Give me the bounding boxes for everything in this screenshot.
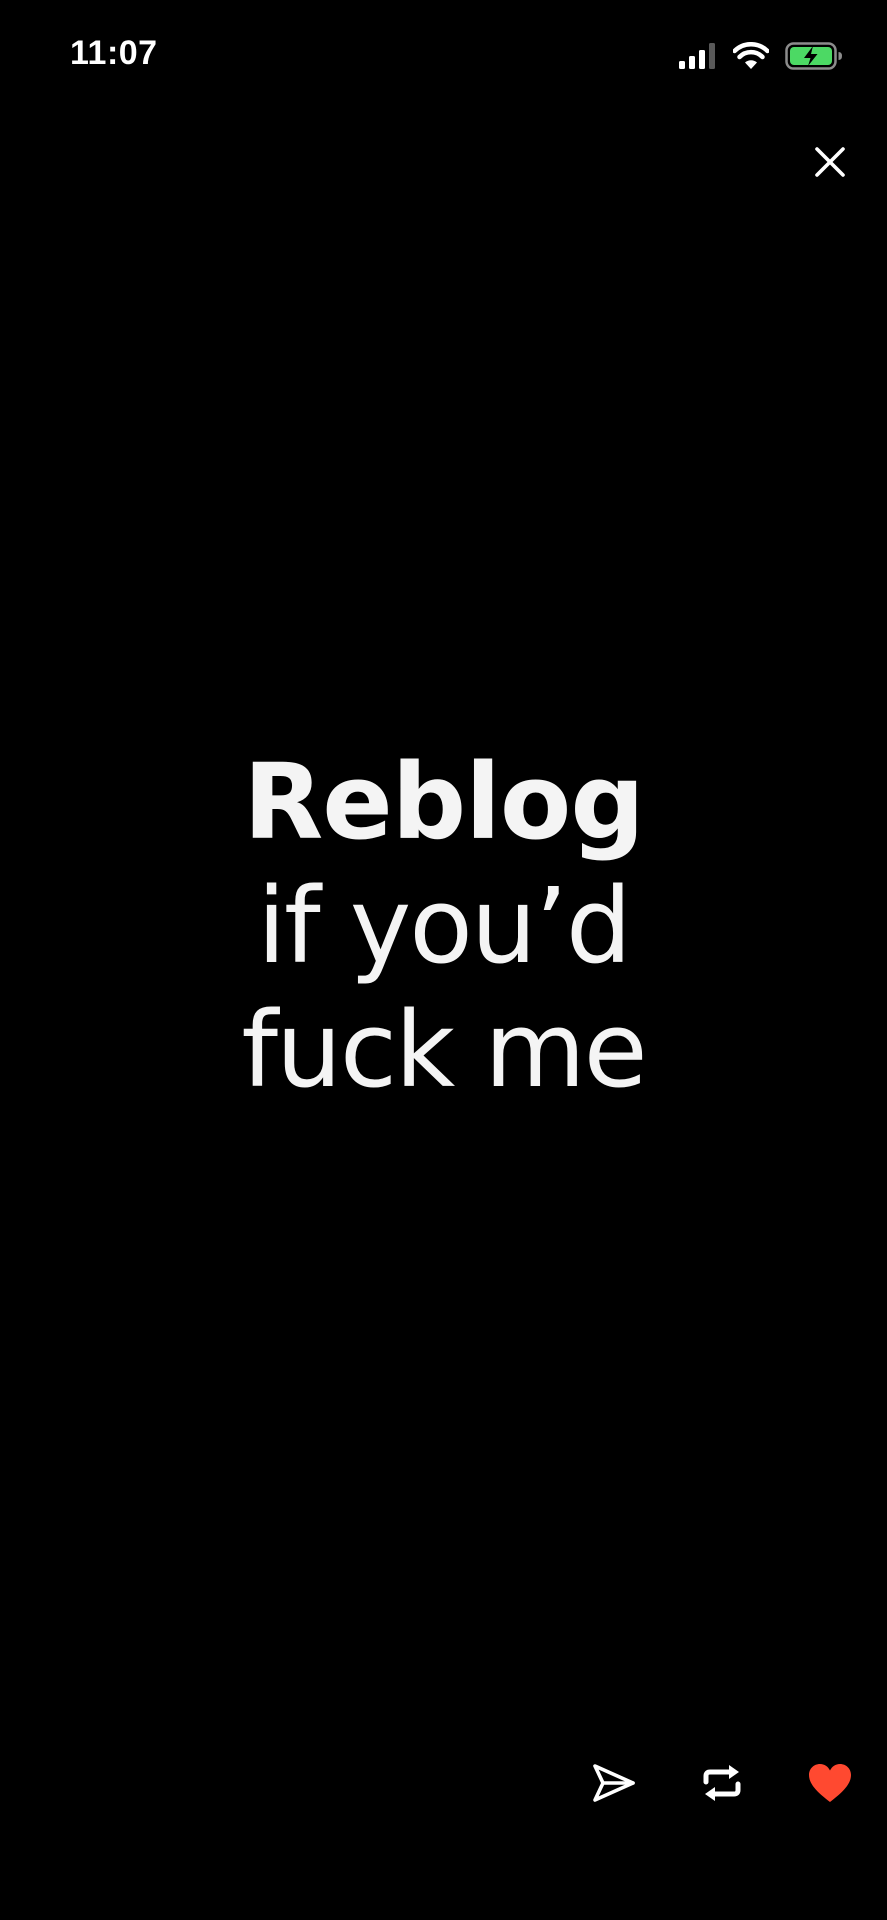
reblog-button[interactable] bbox=[692, 1755, 752, 1815]
close-button[interactable] bbox=[806, 140, 854, 188]
post-action-bar bbox=[0, 1755, 887, 1815]
share-button[interactable] bbox=[584, 1755, 644, 1815]
post-text-line: if you’d bbox=[257, 865, 632, 987]
send-icon bbox=[592, 1763, 636, 1808]
reblog-icon bbox=[701, 1762, 743, 1809]
wifi-icon bbox=[733, 42, 769, 70]
close-icon bbox=[814, 146, 846, 183]
cellular-signal-icon bbox=[679, 43, 717, 69]
post-image: Reblog if you’d fuck me bbox=[0, 740, 887, 1180]
heart-icon bbox=[807, 1762, 853, 1809]
battery-charging-icon bbox=[785, 42, 843, 70]
status-time: 11:07 bbox=[70, 34, 158, 72]
status-bar: 11:07 bbox=[0, 0, 887, 110]
like-button[interactable] bbox=[800, 1755, 860, 1815]
post-text-line: Reblog bbox=[243, 741, 645, 863]
post-text-line: fuck me bbox=[241, 989, 647, 1111]
status-icons bbox=[679, 38, 843, 74]
